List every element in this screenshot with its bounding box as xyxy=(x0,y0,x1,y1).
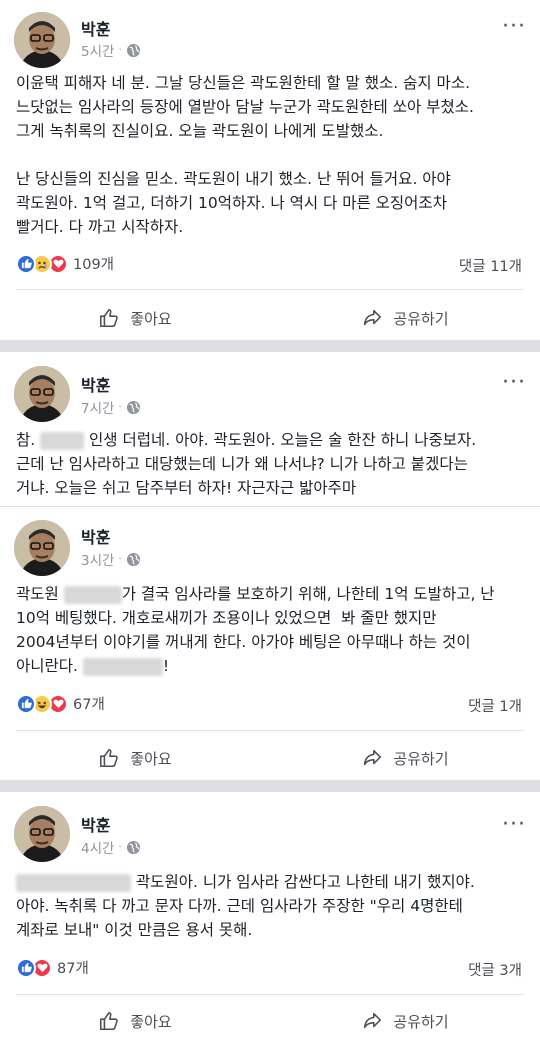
share-label: 공유하기 xyxy=(393,309,449,328)
share-arrow-icon xyxy=(364,1012,382,1029)
post-time[interactable]: 3시간 xyxy=(81,549,114,569)
feed-separator xyxy=(0,780,540,792)
thumbs-up-icon xyxy=(100,308,119,328)
share-button[interactable]: 공유하기 xyxy=(270,296,540,340)
like-reaction-icon xyxy=(16,693,36,714)
globe-icon xyxy=(126,552,140,566)
post-1: 박훈 5시간 · ··· 이윤택 피해자 네 분. 그날 당신들은 곽도원한테 … xyxy=(0,0,540,340)
post-divider xyxy=(16,730,524,731)
like-label: 좋아요 xyxy=(130,1012,172,1031)
like-button[interactable]: 좋아요 xyxy=(0,296,270,340)
meta-separator: · xyxy=(118,401,122,413)
author-avatar[interactable] xyxy=(14,806,70,862)
reaction-count: 67개 xyxy=(73,697,105,713)
avatar-photo xyxy=(14,366,70,422)
like-reaction-icon xyxy=(16,957,36,978)
comment-count[interactable]: 댓글 11개 xyxy=(459,255,522,276)
post-2: 박훈 7시간 · ··· 참. 인생 더럽네. 아야. 곽도원아. 오늘은 술 … xyxy=(0,352,540,503)
post-divider xyxy=(16,289,524,290)
reaction-summary[interactable]: 67개 xyxy=(16,693,105,714)
reaction-summary[interactable]: 87개 xyxy=(16,957,89,978)
post-4: 박훈 4시간 · ··· 곽도원아. 니가 임사라 감싼다고 나한테 내기 했지… xyxy=(0,792,540,1043)
post-text: 참. 인생 더럽네. 아야. 곽도원아. 오늘은 술 한잔 하니 나중보자. 근… xyxy=(16,428,526,500)
share-label: 공유하기 xyxy=(393,1012,449,1031)
share-button[interactable]: 공유하기 xyxy=(270,999,540,1043)
comment-count[interactable]: 댓글 1개 xyxy=(468,695,522,716)
globe-icon xyxy=(126,43,140,57)
share-button[interactable]: 공유하기 xyxy=(270,736,540,780)
post-text-end: ! xyxy=(162,657,170,675)
author-name[interactable]: 박훈 xyxy=(81,16,110,40)
post-actions: 좋아요 공유하기 xyxy=(0,296,540,340)
comment-count[interactable]: 댓글 3개 xyxy=(468,959,522,980)
redacted-text xyxy=(63,585,122,604)
avatar-photo xyxy=(14,806,70,862)
reaction-summary[interactable]: 109개 xyxy=(16,253,114,274)
like-reaction-icon xyxy=(16,253,36,274)
more-icon[interactable]: ··· xyxy=(502,16,526,38)
meta-separator: · xyxy=(118,44,122,56)
more-icon[interactable]: ··· xyxy=(502,372,526,394)
share-arrow-icon xyxy=(364,309,382,326)
post-meta: 7시간 · xyxy=(81,397,141,417)
author-name[interactable]: 박훈 xyxy=(81,524,110,548)
post-text-start: 참. xyxy=(16,431,41,449)
post-time[interactable]: 7시간 xyxy=(81,397,114,417)
meta-separator: · xyxy=(118,841,122,853)
like-button[interactable]: 좋아요 xyxy=(0,999,270,1043)
post-actions: 좋아요 공유하기 xyxy=(0,736,540,780)
like-label: 좋아요 xyxy=(130,309,172,328)
avatar-photo xyxy=(14,12,70,68)
avatar-photo xyxy=(14,520,70,576)
author-avatar[interactable] xyxy=(14,12,70,68)
globe-icon xyxy=(126,400,140,414)
thumbs-up-icon xyxy=(100,1011,119,1031)
redacted-text xyxy=(40,431,85,450)
thumbs-up-icon xyxy=(100,748,119,768)
post-text: 곽도원아. 니가 임사라 감싼다고 나한테 내기 했지야. 아야. 녹취록 다 … xyxy=(16,870,526,942)
post-text-start: 곽도원 xyxy=(16,585,64,603)
author-avatar[interactable] xyxy=(14,366,70,422)
reaction-count: 87개 xyxy=(57,961,89,977)
author-name[interactable]: 박훈 xyxy=(81,372,110,396)
post-text: 곽도원 가 결국 임사라를 보호하기 위해, 나한테 1억 도발하고, 난 10… xyxy=(16,582,526,678)
post-meta: 5시간 · xyxy=(81,40,141,60)
like-label: 좋아요 xyxy=(130,749,172,768)
post-text-rest: 인생 더럽네. 아야. 곽도원아. 오늘은 술 한잔 하니 나중보자. 근데 난… xyxy=(16,431,477,497)
globe-icon xyxy=(126,840,140,854)
post-time[interactable]: 4시간 xyxy=(81,837,114,857)
feed-separator xyxy=(0,340,540,352)
like-button[interactable]: 좋아요 xyxy=(0,736,270,780)
redacted-text xyxy=(16,873,131,892)
post-divider xyxy=(16,994,524,995)
post-meta: 3시간 · xyxy=(81,549,141,569)
meta-separator: · xyxy=(118,553,122,565)
post-actions: 좋아요 공유하기 xyxy=(0,999,540,1043)
author-avatar[interactable] xyxy=(14,520,70,576)
redacted-text xyxy=(82,657,163,676)
share-arrow-icon xyxy=(364,749,382,766)
post-meta: 4시간 · xyxy=(81,837,141,857)
post-divider xyxy=(0,506,540,507)
share-label: 공유하기 xyxy=(393,749,449,768)
author-name[interactable]: 박훈 xyxy=(81,812,110,836)
post-3: 박훈 3시간 · 곽도원 가 결국 임사라를 보호하기 위해, 나한테 1억 도… xyxy=(0,508,540,778)
post-text: 이윤택 피해자 네 분. 그날 당신들은 곽도원한테 할 말 했소. 숨지 마소… xyxy=(16,74,474,236)
reaction-count: 109개 xyxy=(73,257,115,273)
post-time[interactable]: 5시간 xyxy=(81,40,114,60)
more-icon[interactable]: ··· xyxy=(502,814,526,836)
